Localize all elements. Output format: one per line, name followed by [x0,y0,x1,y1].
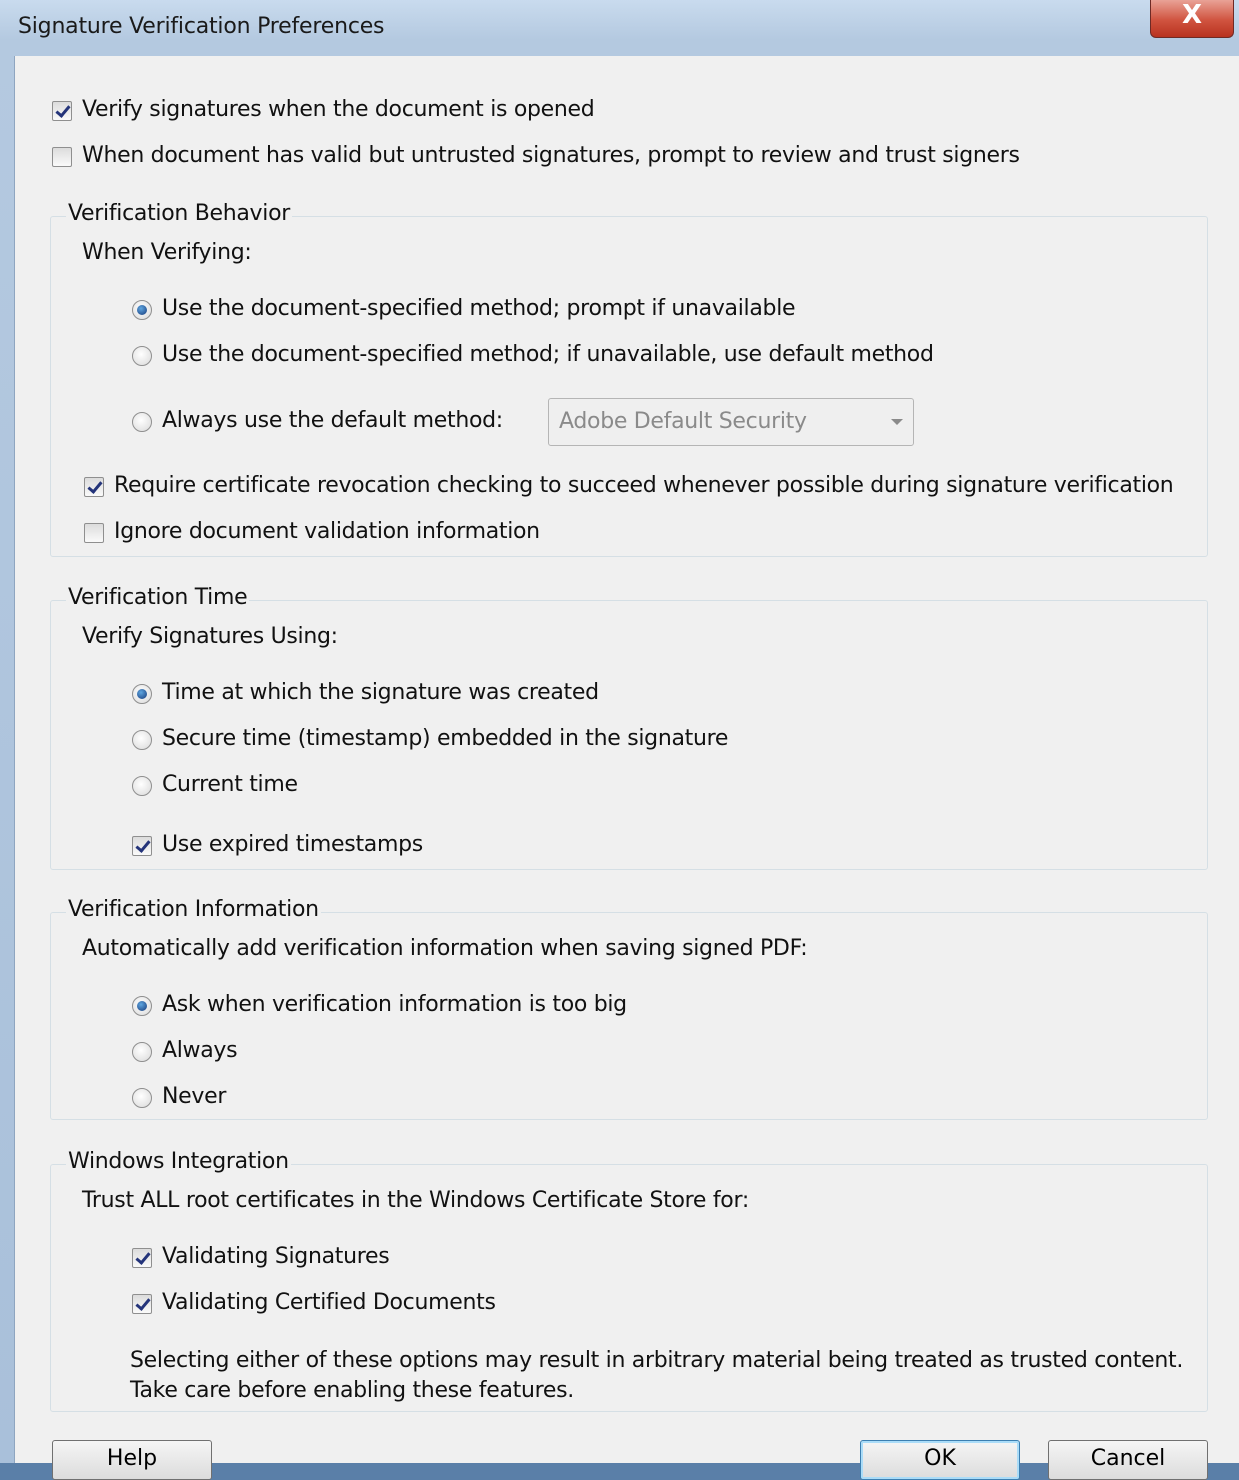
verify-on-open-label[interactable]: Verify signatures when the document is o… [82,97,595,122]
validating-certified-checkbox[interactable] [132,1294,152,1314]
verify-on-open-checkbox[interactable] [52,101,72,121]
ok-button-label: OK [924,1446,956,1471]
close-button[interactable]: X [1150,0,1234,38]
help-button-label: Help [106,1446,158,1471]
default-method-value: Adobe Default Security [559,409,807,434]
verify-using-label: Verify Signatures Using: [82,624,338,649]
verification-behavior-title: Verification Behavior [66,201,292,226]
warning-text-line2: Take care before enabling these features… [130,1378,574,1403]
help-button[interactable]: Help [52,1440,212,1480]
ignore-validation-checkbox[interactable] [84,523,104,543]
never-label[interactable]: Never [162,1084,226,1109]
always-label[interactable]: Always [162,1038,238,1063]
doc-method-default-label[interactable]: Use the document-specified method; if un… [162,342,934,367]
title-bar[interactable]: Signature Verification Preferences X [0,0,1239,56]
doc-method-prompt-label[interactable]: Use the document-specified method; promp… [162,296,796,321]
validating-certified-label[interactable]: Validating Certified Documents [162,1290,496,1315]
prompt-untrusted-checkbox[interactable] [52,147,72,167]
ok-button[interactable]: OK [860,1440,1020,1480]
use-expired-checkbox[interactable] [132,836,152,856]
when-verifying-label: When Verifying: [82,240,252,265]
default-method-dropdown[interactable]: Adobe Default Security [548,398,914,446]
require-revocation-checkbox[interactable] [84,477,104,497]
chevron-down-icon [891,419,903,425]
cancel-button[interactable]: Cancel [1048,1440,1208,1480]
window-title: Signature Verification Preferences [18,14,385,39]
always-default-label[interactable]: Always use the default method: [162,408,503,433]
never-radio[interactable] [132,1088,152,1108]
validating-signatures-checkbox[interactable] [132,1248,152,1268]
require-revocation-label[interactable]: Require certificate revocation checking … [114,473,1174,498]
always-default-radio[interactable] [132,412,152,432]
time-created-label[interactable]: Time at which the signature was created [162,680,599,705]
ignore-validation-label[interactable]: Ignore document validation information [114,519,540,544]
secure-time-label[interactable]: Secure time (timestamp) embedded in the … [162,726,728,751]
verification-behavior-group [50,216,1208,557]
ask-too-big-label[interactable]: Ask when verification information is too… [162,992,627,1017]
warning-text-line1: Selecting either of these options may re… [130,1348,1184,1373]
cancel-button-label: Cancel [1090,1446,1166,1471]
current-time-radio[interactable] [132,776,152,796]
verification-time-title: Verification Time [66,585,250,610]
validating-signatures-label[interactable]: Validating Signatures [162,1244,390,1269]
current-time-label[interactable]: Current time [162,772,298,797]
close-icon: X [1181,0,1203,30]
doc-method-prompt-radio[interactable] [132,300,152,320]
prompt-untrusted-label[interactable]: When document has valid but untrusted si… [82,143,1020,168]
time-created-radio[interactable] [132,684,152,704]
trust-root-label: Trust ALL root certificates in the Windo… [82,1188,749,1213]
auto-add-info-label: Automatically add verification informati… [82,936,808,961]
verification-info-title: Verification Information [66,897,321,922]
windows-integration-title: Windows Integration [66,1149,291,1174]
secure-time-radio[interactable] [132,730,152,750]
use-expired-label[interactable]: Use expired timestamps [162,832,423,857]
ask-too-big-radio[interactable] [132,996,152,1016]
always-radio[interactable] [132,1042,152,1062]
doc-method-default-radio[interactable] [132,346,152,366]
